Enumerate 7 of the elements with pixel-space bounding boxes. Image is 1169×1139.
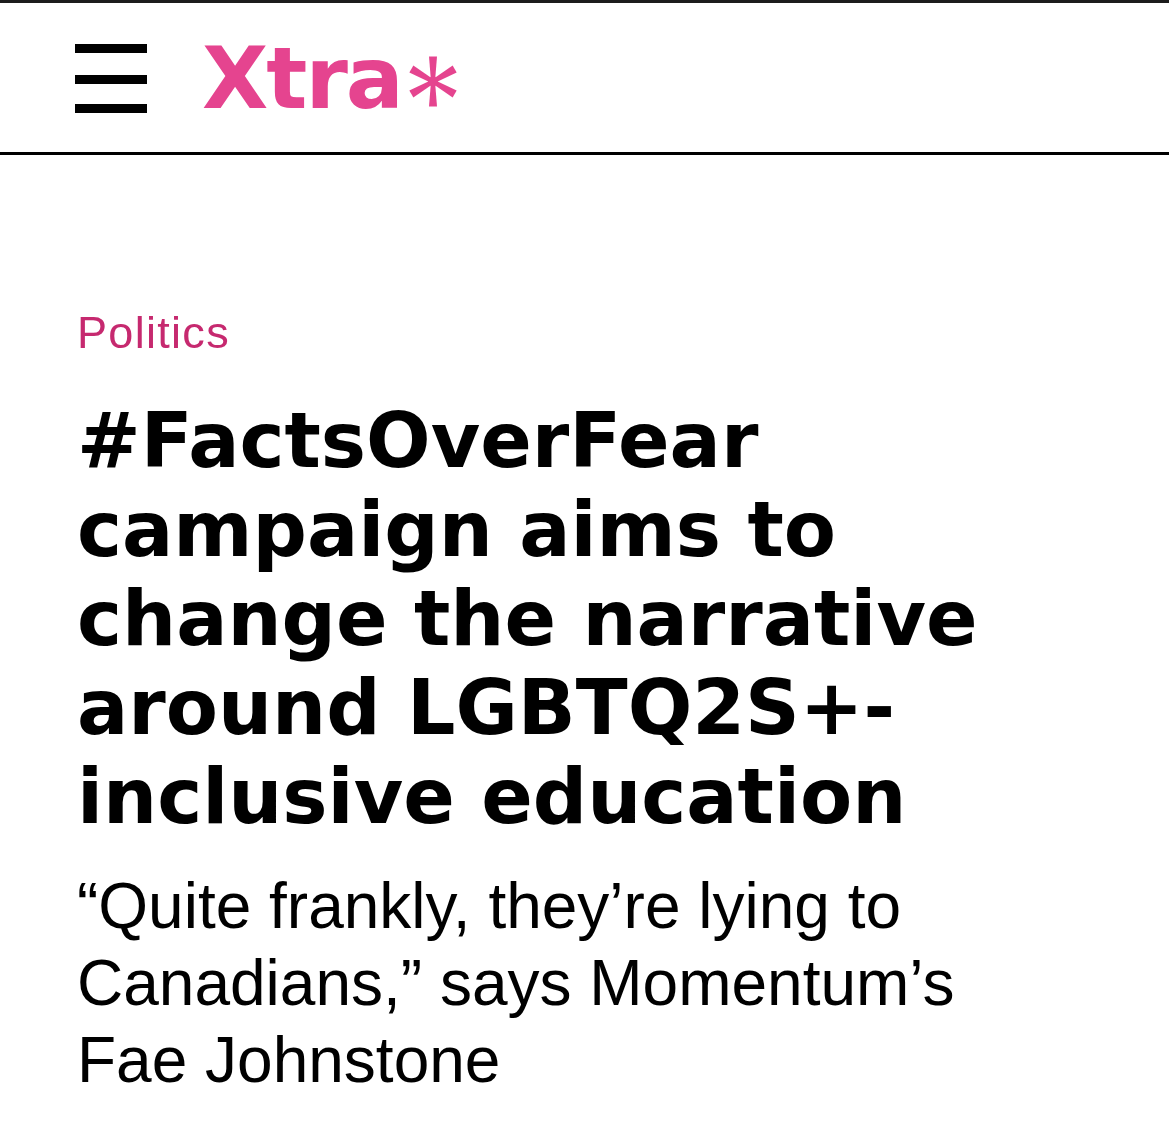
menu-icon (75, 43, 147, 113)
menu-button[interactable] (75, 43, 147, 113)
logo-link[interactable]: Xtra (202, 35, 458, 121)
article-headline: #FactsOverFear campaign aims to change the narrative around LGBTQ2S+-inclusive education (77, 396, 979, 841)
article-deck: “Quite frankly, they’re lying to Canadians,” says Momentum’s Fae Johnstone (77, 869, 956, 1098)
asterisk-icon (407, 56, 458, 107)
category-link[interactable]: Politics (77, 306, 230, 359)
